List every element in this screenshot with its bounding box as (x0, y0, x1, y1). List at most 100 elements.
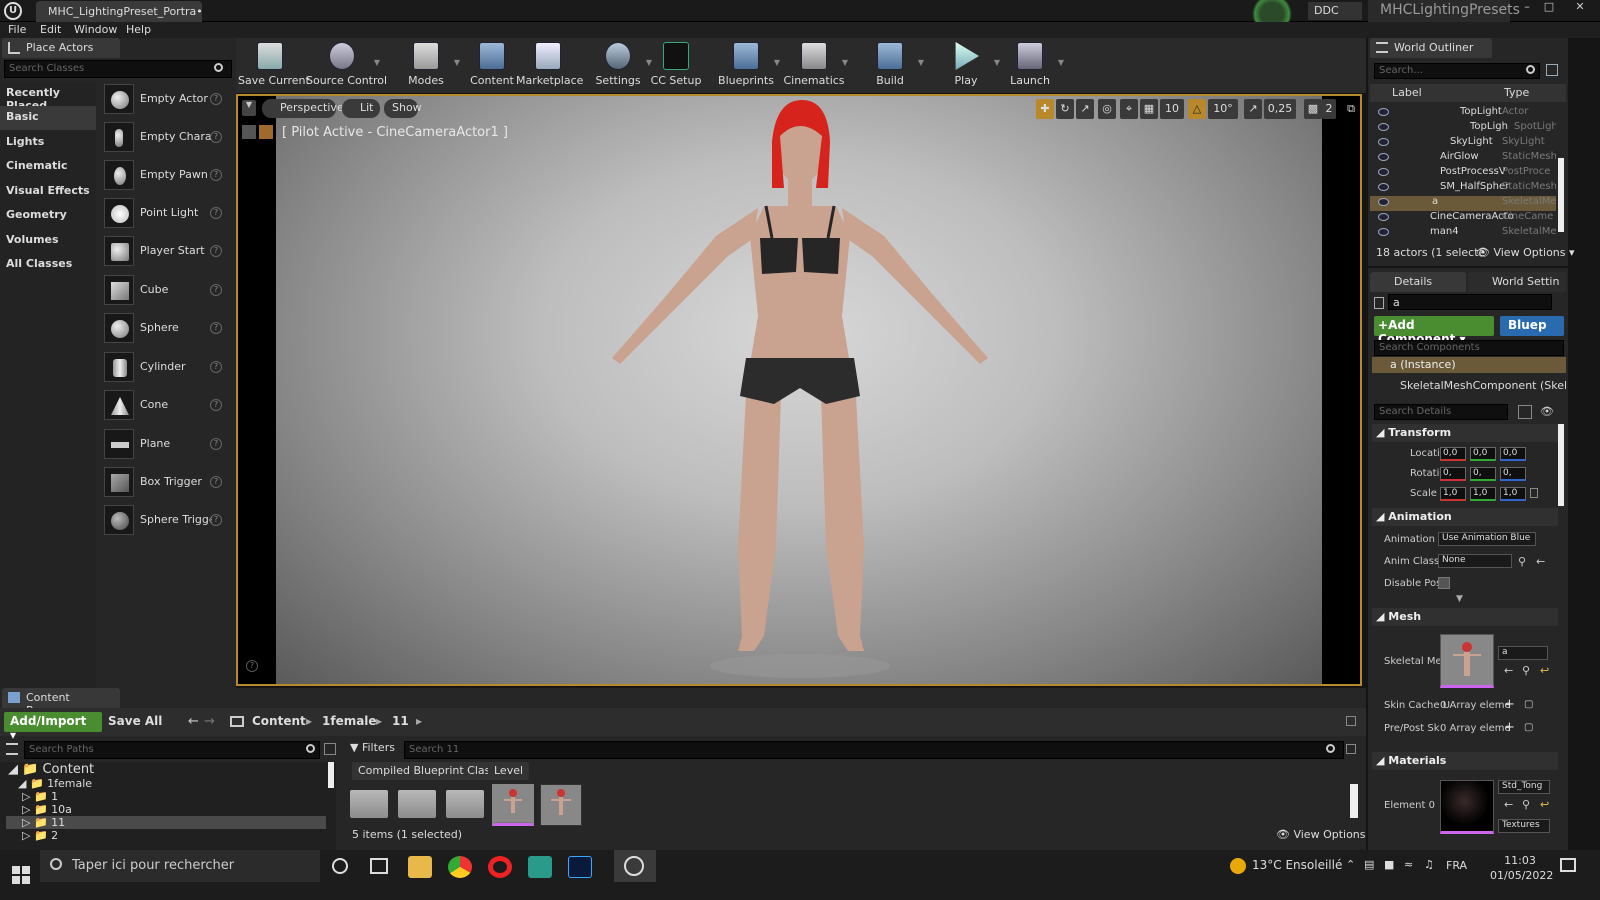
show-button[interactable]: Show (384, 99, 422, 118)
help-icon[interactable]: ? (210, 476, 222, 488)
outliner-row[interactable]: CineCameraActo CineCame (1370, 211, 1556, 226)
scale-y-input[interactable]: 1,0 (1470, 487, 1496, 501)
close-icon[interactable]: ✕ (1560, 0, 1600, 16)
outliner-row[interactable]: SkyLight SkyLight (1370, 136, 1556, 151)
category-recently-placed[interactable]: Recently Placed (0, 82, 96, 112)
type-column-header[interactable]: Type (1504, 86, 1529, 99)
skeletal-mesh-thumbnail[interactable] (1440, 634, 1494, 688)
content-button[interactable]: Content (460, 42, 524, 90)
asset-thumbnail[interactable] (540, 784, 582, 826)
task-view-icon[interactable] (370, 858, 388, 874)
viewport-options-menu[interactable]: ▼ (242, 100, 256, 116)
instance-row[interactable]: a (Instance) (1372, 357, 1566, 373)
bluetooth-icon[interactable]: ■ (1384, 858, 1394, 871)
character-mesh[interactable] (276, 96, 1322, 684)
actor-plane[interactable]: Plane? (104, 427, 228, 463)
surface-snap-icon[interactable]: ⌖ (1120, 99, 1138, 119)
modes-button[interactable]: Modes ▼ (394, 42, 460, 90)
marketplace-button[interactable]: Marketplace (516, 42, 583, 90)
skeletal-mesh-component-row[interactable]: SkeletalMeshComponent (SkeletalMe (1400, 379, 1566, 392)
tree-item-1female[interactable]: ◢ 📁 1female (18, 777, 92, 790)
visibility-eye-icon[interactable] (1378, 213, 1389, 221)
delete-trash-icon[interactable]: ▢ (1524, 699, 1533, 710)
visibility-eye-icon[interactable] (1378, 138, 1389, 146)
use-selected-arrow-icon[interactable]: ← (1504, 798, 1513, 811)
grid-snap-icon[interactable]: ▦ (1140, 99, 1158, 119)
sources-toggle-icon[interactable] (6, 743, 18, 755)
maximize-viewport-icon[interactable]: ⧉ (1344, 99, 1358, 119)
textures-dropdown[interactable]: Textures (1498, 819, 1550, 833)
wifi-icon[interactable]: ≈ (1404, 858, 1413, 871)
actor-empty-actor[interactable]: Empty Actor? (104, 82, 228, 118)
help-icon[interactable]: ? (210, 131, 222, 143)
outliner-row[interactable]: TopLight Actor (1370, 106, 1556, 121)
details-scrollbar[interactable] (1558, 424, 1564, 506)
help-icon[interactable]: ? (210, 207, 222, 219)
world-local-icon[interactable]: ◎ (1098, 99, 1116, 119)
taskbar-search-input[interactable]: Taper ici pour rechercher (40, 850, 320, 882)
visibility-eye-icon[interactable] (1378, 123, 1389, 131)
breadcrumb-11[interactable]: 11 (392, 714, 409, 728)
label-column-header[interactable]: Label (1392, 86, 1422, 99)
help-icon[interactable]: ? (210, 169, 222, 181)
perspective-button[interactable]: Perspective (262, 99, 344, 118)
chevron-up-icon[interactable]: ⌃ (1346, 858, 1355, 871)
menu-file[interactable]: File (8, 23, 26, 36)
scale-snap-icon[interactable]: ↗ (1244, 99, 1262, 119)
visibility-eye-icon[interactable] (1378, 153, 1389, 161)
notification-center-icon[interactable] (1560, 858, 1576, 872)
camera-speed-value[interactable]: 2 (1322, 99, 1336, 119)
tree-scrollbar[interactable] (328, 762, 334, 788)
blueprints-button[interactable]: Blueprints ▼ (714, 42, 780, 90)
rotation-snap-value[interactable]: 10° (1208, 99, 1238, 119)
search-paths-input[interactable]: Search Paths (24, 741, 320, 759)
actor-empty-pawn[interactable]: Empty Pawn? (104, 158, 228, 194)
outliner-row[interactable]: AirGlow StaticMesh (1370, 151, 1556, 166)
eject-pilot-icon[interactable] (242, 125, 276, 141)
asset-thumbnail-selected[interactable] (492, 784, 534, 826)
rotation-y-input[interactable]: 0, (1470, 467, 1496, 481)
visibility-eye-icon[interactable] (1378, 198, 1389, 206)
browse-search-icon[interactable]: ⚲ (1518, 555, 1526, 568)
help-icon[interactable]: ? (210, 438, 222, 450)
build-button[interactable]: Build ▼ (858, 42, 924, 90)
actor-empty-character[interactable]: Empty Charact? (104, 120, 228, 156)
filter-chip-compiled-blueprint-class[interactable]: Compiled Blueprint Class (352, 762, 503, 780)
scale-snap-value[interactable]: 0,25 (1264, 99, 1296, 119)
assets-scrollbar[interactable] (1350, 784, 1358, 818)
filters-button[interactable]: ▼ Filters (350, 741, 400, 759)
asset-folder[interactable] (350, 790, 388, 818)
camera-speed-icon[interactable]: ▩ (1304, 99, 1322, 119)
help-icon[interactable]: ? (210, 284, 222, 296)
anim-class-dropdown[interactable]: None (1438, 554, 1512, 568)
save-search-icon[interactable] (1346, 744, 1356, 754)
outliner-view-options-button[interactable]: 👁 View Options ▾ (1476, 246, 1575, 259)
outliner-row[interactable]: TopLighSpotLight (1370, 121, 1556, 136)
add-element-icon[interactable]: + (1504, 697, 1515, 712)
blueprint-button[interactable]: Bluep (1500, 316, 1564, 336)
search-components-input[interactable]: Search Components (1374, 340, 1564, 356)
volume-icon[interactable]: ♫ (1424, 858, 1434, 871)
outliner-row-selected[interactable]: a SkeletalMe (1370, 196, 1556, 211)
add-element-icon[interactable]: + (1504, 720, 1515, 735)
rotation-z-input[interactable]: 0, (1500, 467, 1526, 481)
opera-icon[interactable] (488, 856, 512, 878)
search-assets-input[interactable]: Search 11 (404, 741, 1344, 759)
ddc-badge[interactable]: DDC (1308, 2, 1362, 20)
location-z-input[interactable]: 0,0 (1500, 447, 1526, 461)
breadcrumb-1female[interactable]: 1female (322, 714, 377, 728)
windows-start-icon[interactable] (12, 866, 30, 884)
minimize-icon[interactable]: – (1516, 0, 1538, 16)
scale-icon[interactable]: ↗ (1076, 99, 1094, 119)
menu-edit[interactable]: Edit (40, 23, 61, 36)
cortana-icon[interactable] (332, 858, 348, 874)
outliner-row[interactable]: man4 SkeletalMe (1370, 226, 1556, 241)
reset-arrow-icon[interactable]: ↩ (1540, 664, 1549, 677)
back-icon[interactable]: ← (188, 714, 199, 729)
tree-item-10a[interactable]: ▷ 📁 10a (22, 803, 72, 816)
outliner-row[interactable]: PostProcessV PostProce (1370, 166, 1556, 181)
actor-sphere-trigger[interactable]: Sphere Trigger? (104, 503, 228, 539)
help-icon[interactable]: ? (210, 93, 222, 105)
skeletal-mesh-dropdown[interactable]: a (1498, 646, 1548, 660)
filter-chip-level[interactable]: Level (488, 762, 530, 780)
